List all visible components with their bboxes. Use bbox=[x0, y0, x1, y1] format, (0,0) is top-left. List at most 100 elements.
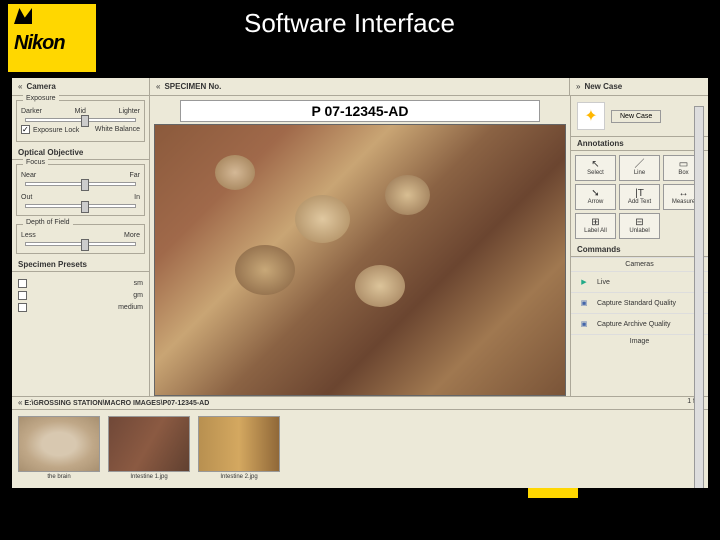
addtext-tool-label: Add Text bbox=[628, 199, 651, 205]
newcase-panel-label: New Case bbox=[584, 82, 622, 91]
exposure-lighter-label: Lighter bbox=[119, 108, 140, 115]
specimen-presets-header: Specimen Presets bbox=[12, 258, 149, 272]
exposure-group-label: Exposure bbox=[23, 95, 59, 102]
dof-more-label: More bbox=[124, 232, 140, 239]
dof-group-label: Depth of Field bbox=[23, 219, 73, 226]
focus-group-label: Focus bbox=[23, 159, 48, 166]
specimen-image-region bbox=[235, 245, 295, 295]
image-viewer[interactable] bbox=[154, 124, 566, 396]
select-tool-label: Select bbox=[587, 170, 604, 176]
app-window: « Camera « SPECIMEN No. » New Case Expos… bbox=[12, 78, 708, 498]
chevron-right-icon[interactable]: » bbox=[576, 82, 580, 91]
cursor-icon: ↖ bbox=[591, 160, 599, 170]
exposure-lock-checkbox[interactable] bbox=[21, 125, 30, 134]
specimen-image-region bbox=[295, 195, 350, 243]
unlabel-tool[interactable]: ⊟Unlabel bbox=[619, 213, 660, 239]
box-icon: ▭ bbox=[679, 160, 688, 170]
chevron-icon[interactable]: « bbox=[18, 398, 22, 407]
preset-sm-label: sm bbox=[134, 280, 143, 287]
camera-icon: ▣ bbox=[577, 296, 591, 310]
thumbnail-label: Intestine 2.jpg bbox=[220, 474, 257, 480]
capture-std-label: Capture Standard Quality bbox=[597, 300, 676, 307]
addtext-tool[interactable]: |TAdd Text bbox=[619, 184, 660, 210]
exposure-slider[interactable] bbox=[25, 118, 136, 122]
specimen-image-region bbox=[385, 175, 430, 215]
camera-panel-label: Camera bbox=[26, 82, 55, 91]
preset-gm-checkbox[interactable] bbox=[18, 291, 27, 300]
line-tool-label: Line bbox=[634, 170, 645, 176]
white-balance-button[interactable]: White Balance bbox=[95, 126, 140, 133]
arrow-tool[interactable]: ➘Arrow bbox=[575, 184, 616, 210]
chevron-left-icon[interactable]: « bbox=[156, 82, 160, 91]
zoom-in-label: In bbox=[134, 194, 140, 201]
label-icon: ⊞ bbox=[591, 218, 599, 228]
specimen-image-region bbox=[215, 155, 255, 190]
commands-header: Commands bbox=[571, 243, 708, 257]
right-panel: ✦ New Case Annotations ↖Select ／Line ▭Bo… bbox=[570, 96, 708, 396]
zoom-out-label: Out bbox=[21, 194, 32, 201]
exposure-darker-label: Darker bbox=[21, 108, 42, 115]
live-button[interactable]: ▶ Live bbox=[571, 271, 708, 292]
preset-medium-label: medium bbox=[118, 304, 143, 311]
center-panel: P 07-12345-AD bbox=[150, 96, 570, 396]
image-label: Image bbox=[630, 338, 649, 345]
unlabel-icon: ⊟ bbox=[635, 218, 643, 228]
exposure-mid-label: Mid bbox=[75, 108, 86, 115]
slide-footer-accent bbox=[528, 488, 578, 498]
focus-far-label: Far bbox=[130, 172, 141, 179]
arrow-icon: ➘ bbox=[591, 189, 599, 199]
labelall-tool-label: Label All bbox=[584, 228, 607, 234]
optical-objective-header: Optical Objective bbox=[12, 146, 149, 160]
unlabel-tool-label: Unlabel bbox=[629, 228, 649, 234]
focus-near-label: Near bbox=[21, 172, 36, 179]
specimen-panel-label: SPECIMEN No. bbox=[164, 82, 221, 91]
folder-path: E:\GROSSING STATION\MACRO IMAGES\P07-123… bbox=[24, 400, 209, 407]
box-tool-label: Box bbox=[678, 170, 688, 176]
vertical-scrollbar[interactable] bbox=[694, 106, 704, 494]
thumbnail-item[interactable]: Intestine 1.jpg bbox=[108, 416, 190, 482]
annotations-header: Annotations bbox=[571, 137, 708, 151]
preset-gm-label: gm bbox=[133, 292, 143, 299]
capture-archive-label: Capture Archive Quality bbox=[597, 321, 671, 328]
camera-icon: ▣ bbox=[577, 317, 591, 331]
preset-medium-checkbox[interactable] bbox=[18, 303, 27, 312]
thumbnail-image bbox=[18, 416, 100, 472]
ruler-icon: ↔ bbox=[679, 189, 689, 199]
arrow-tool-label: Arrow bbox=[588, 199, 604, 205]
zoom-slider[interactable] bbox=[25, 204, 136, 208]
thumbnail-label: the brain bbox=[47, 474, 70, 480]
nikon-logo: Nikon bbox=[8, 4, 96, 72]
slide-title: Software Interface bbox=[244, 8, 455, 39]
thumbnail-image bbox=[198, 416, 280, 472]
focus-slider[interactable] bbox=[25, 182, 136, 186]
chevron-left-icon[interactable]: « bbox=[18, 82, 22, 91]
specimen-image-region bbox=[355, 265, 405, 307]
logo-brand-text: Nikon bbox=[14, 32, 65, 55]
cameras-label: Cameras bbox=[625, 261, 653, 268]
capture-archive-button[interactable]: ▣ Capture Archive Quality bbox=[571, 313, 708, 334]
left-panel: Exposure Darker Mid Lighter Exposure Loc… bbox=[12, 96, 150, 396]
logo-mark-icon bbox=[14, 8, 32, 24]
line-tool[interactable]: ／Line bbox=[619, 155, 660, 181]
select-tool[interactable]: ↖Select bbox=[575, 155, 616, 181]
capture-standard-button[interactable]: ▣ Capture Standard Quality bbox=[571, 292, 708, 313]
thumbnail-item[interactable]: Intestine 2.jpg bbox=[198, 416, 280, 482]
preset-sm-checkbox[interactable] bbox=[18, 279, 27, 288]
line-icon: ／ bbox=[635, 160, 645, 170]
measure-tool-label: Measure bbox=[672, 199, 695, 205]
dof-less-label: Less bbox=[21, 232, 36, 239]
slide-footer bbox=[12, 488, 708, 498]
text-icon: |T bbox=[635, 189, 644, 199]
labelall-tool[interactable]: ⊞Label All bbox=[575, 213, 616, 239]
thumbnail-label: Intestine 1.jpg bbox=[130, 474, 167, 480]
play-icon: ▶ bbox=[577, 275, 591, 289]
new-case-button[interactable]: New Case bbox=[611, 110, 661, 123]
exposure-lock-label: Exposure Lock bbox=[33, 127, 79, 134]
dof-slider[interactable] bbox=[25, 242, 136, 246]
thumbnail-strip: the brain Intestine 1.jpg Intestine 2.jp… bbox=[12, 410, 708, 488]
live-label: Live bbox=[597, 279, 610, 286]
thumbnail-image bbox=[108, 416, 190, 472]
specimen-number-field[interactable]: P 07-12345-AD bbox=[180, 100, 540, 122]
new-case-star-icon: ✦ bbox=[577, 102, 605, 130]
thumbnail-item[interactable]: the brain bbox=[18, 416, 100, 482]
